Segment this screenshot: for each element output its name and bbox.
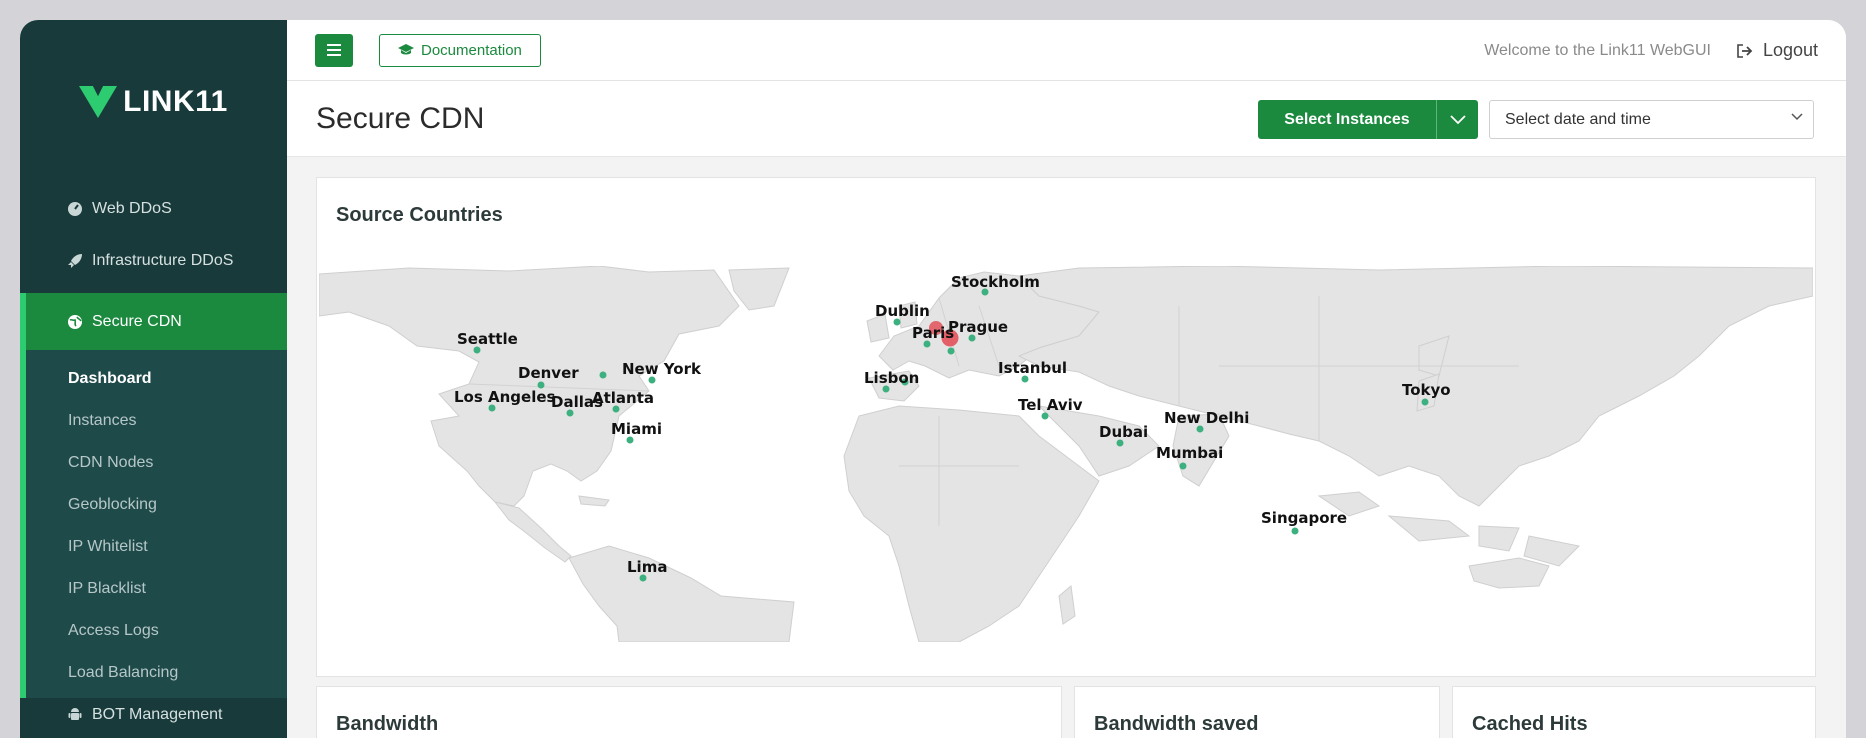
link11-logo-icon xyxy=(79,85,118,118)
android-icon xyxy=(66,706,84,724)
card-title: Source Countries xyxy=(336,204,503,226)
subnav-item-ip-whitelist[interactable]: IP Whitelist xyxy=(26,526,287,568)
subnav-item-access-logs[interactable]: Access Logs xyxy=(26,610,287,652)
city-label: Denver xyxy=(518,364,579,382)
city-label: Mumbai xyxy=(1156,444,1223,462)
sidebar-item-secure-cdn[interactable]: Secure CDN xyxy=(20,293,287,350)
city-label: New York xyxy=(622,360,702,378)
node-dot-milan[interactable] xyxy=(947,347,955,355)
subnav-item-instances[interactable]: Instances xyxy=(26,400,287,442)
card-title: Bandwidth saved xyxy=(1094,713,1259,735)
graduation-cap-icon xyxy=(398,44,414,55)
world-map[interactable]: Seattle Denver New York Los Angeles Dall… xyxy=(319,266,1813,642)
bandwidth-card: Bandwidth xyxy=(316,686,1062,738)
menu-toggle-button[interactable] xyxy=(315,33,353,67)
main-content: Documentation Welcome to the Link11 WebG… xyxy=(287,20,1846,738)
chevron-down-icon[interactable] xyxy=(1436,100,1478,139)
sidebar-item-label: Infrastructure DDoS xyxy=(92,252,234,269)
land-masses xyxy=(319,266,1813,642)
card-title: Cached Hits xyxy=(1472,713,1588,735)
city-label: Dublin xyxy=(875,302,930,320)
node-dot-chicago[interactable] xyxy=(599,371,607,379)
secure-cdn-subnav: Dashboard Instances CDN Nodes Geoblockin… xyxy=(20,350,287,698)
sidebar-item-label: BOT Management xyxy=(92,706,223,723)
sidebar: LINK11 Web DDoS Infrastructure DDoS Secu… xyxy=(20,20,287,738)
top-bar: Documentation Welcome to the Link11 WebG… xyxy=(287,20,1846,81)
page-header: Secure CDN Select Instances Select date … xyxy=(287,81,1846,157)
city-label: Los Angeles xyxy=(454,388,556,406)
brand-name: LINK11 xyxy=(123,84,228,118)
city-label: Miami xyxy=(611,420,662,438)
subnav-item-load-balancing[interactable]: Load Balancing xyxy=(26,652,287,694)
date-time-placeholder: Select date and time xyxy=(1505,110,1651,128)
city-label: Lisbon xyxy=(864,369,919,387)
sidebar-item-label: Web DDoS xyxy=(92,200,172,217)
city-label: Tel Aviv xyxy=(1018,396,1083,414)
node-dot-singapore[interactable] xyxy=(1291,527,1299,535)
node-dot-mumbai[interactable] xyxy=(1179,462,1187,470)
rocket-icon xyxy=(66,252,84,270)
hamburger-icon xyxy=(327,44,341,56)
cached-hits-card: Cached Hits xyxy=(1452,686,1816,738)
node-dot-tokyo[interactable] xyxy=(1421,398,1429,406)
app-window: LINK11 Web DDoS Infrastructure DDoS Secu… xyxy=(20,20,1846,738)
city-label: Seattle xyxy=(457,330,518,348)
chevron-down-icon xyxy=(1791,113,1803,121)
date-time-select[interactable]: Select date and time xyxy=(1489,100,1814,139)
documentation-label: Documentation xyxy=(421,41,522,59)
sidebar-item-web-ddos[interactable]: Web DDoS xyxy=(20,183,287,235)
logout-button[interactable]: Logout xyxy=(1737,20,1818,81)
subnav-item-ip-blacklist[interactable]: IP Blacklist xyxy=(26,568,287,610)
sidebar-item-label: Secure CDN xyxy=(92,312,182,330)
select-instances-label: Select Instances xyxy=(1258,100,1436,139)
world-map-svg: Seattle Denver New York Los Angeles Dall… xyxy=(319,266,1813,642)
city-label: Prague xyxy=(948,318,1008,336)
city-label: Lima xyxy=(627,558,667,576)
subnav-item-dashboard[interactable]: Dashboard xyxy=(26,358,287,400)
bandwidth-saved-card: Bandwidth saved xyxy=(1074,686,1440,738)
brand-logo[interactable]: LINK11 xyxy=(20,20,287,183)
city-label: New Delhi xyxy=(1164,409,1249,427)
select-instances-button[interactable]: Select Instances xyxy=(1258,100,1478,139)
city-label: Atlanta xyxy=(592,389,654,407)
city-label: Tokyo xyxy=(1402,381,1451,399)
gauge-icon xyxy=(66,200,84,218)
sign-out-icon xyxy=(1737,43,1753,58)
city-label: Dubai xyxy=(1099,423,1148,441)
sidebar-item-infrastructure-ddos[interactable]: Infrastructure DDoS xyxy=(20,235,287,287)
city-label: Stockholm xyxy=(951,273,1040,291)
city-label: Istanbul xyxy=(998,359,1067,377)
globe-icon xyxy=(66,313,84,331)
documentation-button[interactable]: Documentation xyxy=(379,33,541,67)
card-title: Bandwidth xyxy=(336,713,439,735)
city-label: Singapore xyxy=(1261,509,1347,527)
source-countries-card: Source Countries Seattle Denver New York… xyxy=(316,177,1816,677)
subnav-item-cdn-nodes[interactable]: CDN Nodes xyxy=(26,442,287,484)
sidebar-item-bot-management[interactable]: BOT Management xyxy=(20,689,287,738)
welcome-text: Welcome to the Link11 WebGUI xyxy=(1484,41,1711,59)
logout-label: Logout xyxy=(1762,40,1818,60)
page-title: Secure CDN xyxy=(316,101,485,135)
subnav-item-geoblocking[interactable]: Geoblocking xyxy=(26,484,287,526)
